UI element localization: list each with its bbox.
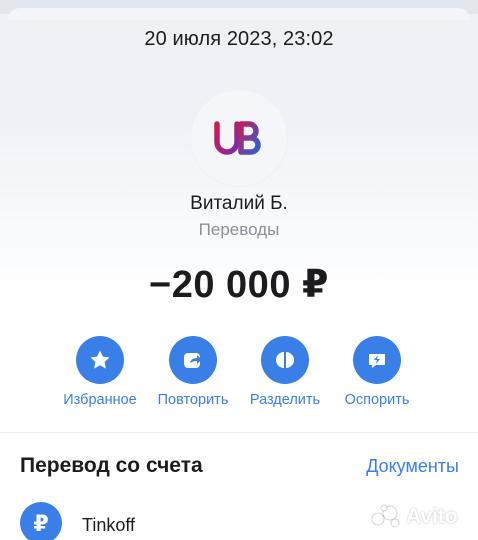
ruble-symbol: ₽: [33, 511, 49, 536]
dispute-circle[interactable]: [353, 336, 401, 384]
watermark-text: Avito: [406, 505, 458, 528]
split-button[interactable]: Разделить: [240, 336, 330, 408]
repeat-label: Повторить: [157, 392, 229, 408]
repeat-arrow-icon: [184, 353, 202, 368]
recipient-name: Виталий Б.: [190, 193, 288, 214]
split-label: Разделить: [249, 392, 321, 408]
transaction-date: 20 июля 2023, 23:02: [144, 28, 334, 50]
account-ruble-icon: ₽: [20, 502, 62, 540]
repeat-button[interactable]: Повторить: [148, 336, 238, 408]
transaction-category: Переводы: [198, 220, 280, 239]
repeat-circle[interactable]: [169, 336, 217, 384]
dispute-icon: [369, 354, 385, 368]
avito-logo-icon: [371, 504, 400, 528]
account-name[interactable]: Tinkoff: [82, 515, 135, 536]
split-icon: [276, 352, 294, 368]
actions-row: Избранное Повторить Разделить Оспорить: [0, 336, 478, 416]
favorite-circle[interactable]: [76, 336, 124, 384]
dispute-button[interactable]: Оспорить: [332, 336, 422, 408]
split-circle[interactable]: [261, 336, 309, 384]
section-title: Перевод со счета: [20, 454, 203, 477]
favorite-button[interactable]: Избранное: [55, 336, 145, 408]
merchant-logo: [191, 90, 287, 186]
transaction-amount: −20 000 ₽: [149, 264, 329, 306]
documents-link[interactable]: Документы: [366, 456, 459, 477]
avito-watermark: Avito: [370, 504, 470, 528]
dispute-label: Оспорить: [344, 392, 410, 408]
favorite-label: Избранное: [63, 392, 137, 408]
star-icon: [90, 350, 110, 369]
ub-logo-icon: [214, 121, 261, 155]
sheet-top-edge-inner: [8, 8, 470, 20]
